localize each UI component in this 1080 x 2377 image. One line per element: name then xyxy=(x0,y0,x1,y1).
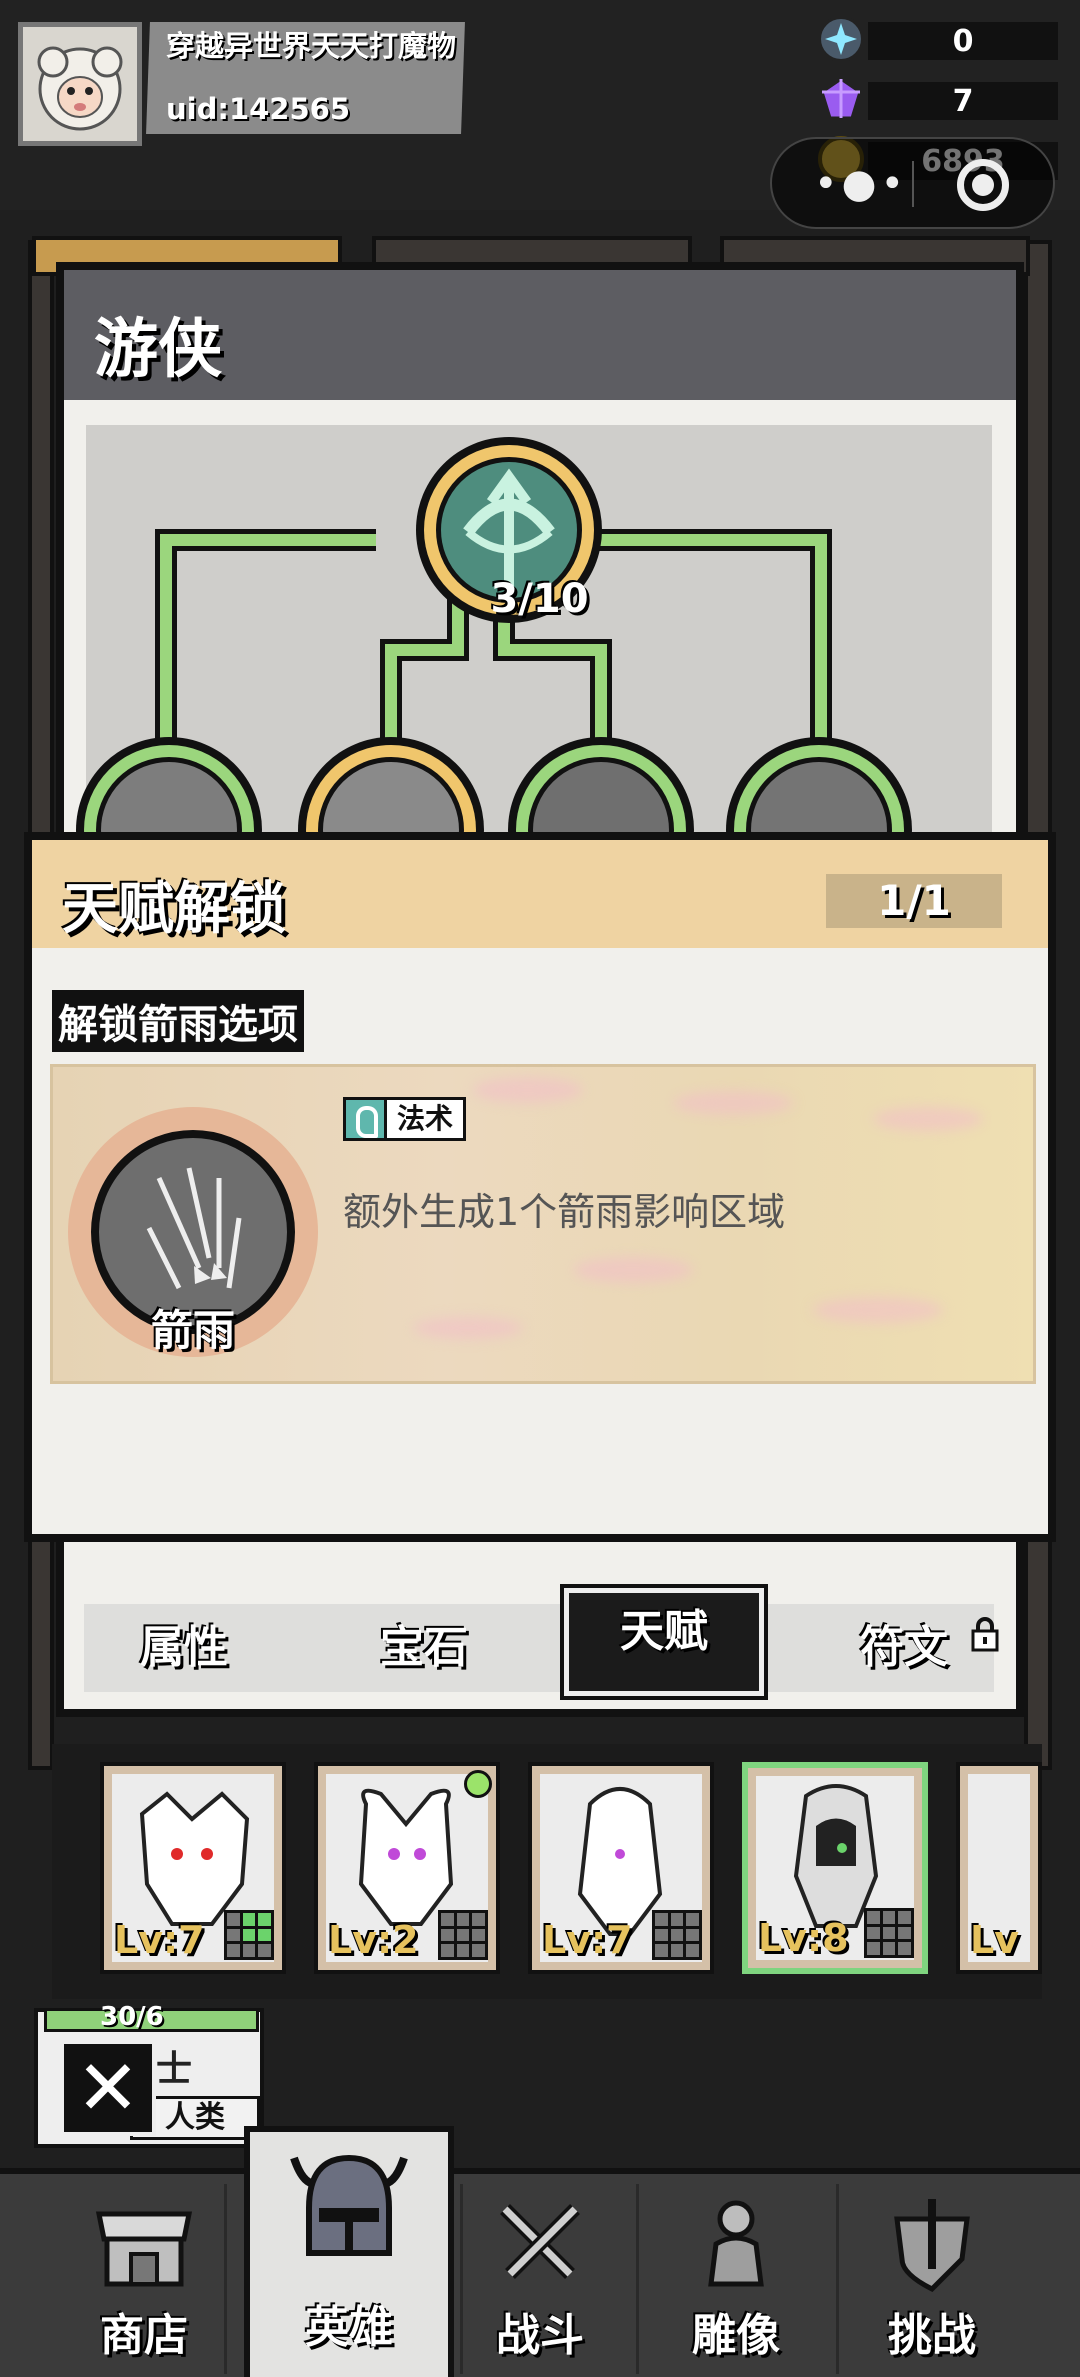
shop-icon xyxy=(95,2211,193,2287)
hero-level: Lv:8 xyxy=(758,1916,849,1960)
card-sparkle xyxy=(573,1257,693,1283)
option-tag: 法术 xyxy=(343,1097,467,1141)
lock-icon xyxy=(971,1617,999,1652)
tab-runes[interactable]: 符文 xyxy=(804,1604,1004,1692)
currency-gem-value: 7 xyxy=(952,84,974,119)
unlock-title: 天赋解锁 xyxy=(62,877,286,942)
energy-crystal-icon xyxy=(818,16,864,62)
top-bar: 穿越异世界天天打魔物 uid:142565 0 7 6893 •●• xyxy=(0,0,1080,229)
option-name: 箭雨 xyxy=(150,1306,235,1355)
card-sparkle xyxy=(673,1091,793,1115)
unlock-option-card[interactable]: 箭雨 法术 额外生成1个箭雨影响区域 xyxy=(50,1064,1036,1384)
nav-battle[interactable]: 战斗 xyxy=(440,2174,640,2377)
hero-level: Lv:2 xyxy=(328,1918,419,1962)
tab-runes-label: 符文 xyxy=(860,1622,948,1673)
unlock-header: 天赋解锁 1/1 xyxy=(32,840,1048,948)
nav-challenge-label: 挑战 xyxy=(888,2310,976,2361)
card-sparkle xyxy=(473,1077,583,1103)
nav-statue[interactable]: 雕像 xyxy=(636,2174,836,2377)
talent-class-title: 游侠 xyxy=(94,313,222,387)
option-description: 额外生成1个箭雨影响区域 xyxy=(343,1190,786,1234)
hero-exp-text: 30/6 xyxy=(100,2002,164,2032)
hero-level: Lv:7 xyxy=(114,1918,205,1962)
statue-icon xyxy=(708,2200,764,2287)
crossed-swords-icon xyxy=(500,2204,580,2279)
player-uid: uid:142565 xyxy=(166,92,351,126)
close-button[interactable]: ✕ xyxy=(60,2040,156,2136)
new-badge-icon xyxy=(464,1770,492,1798)
nav-battle-label: 战斗 xyxy=(496,2310,584,2361)
currency-energy-value: 0 xyxy=(952,24,974,59)
nav-heroes[interactable]: 英雄 xyxy=(244,2126,454,2377)
close-target-icon[interactable] xyxy=(957,159,1009,211)
nav-challenge[interactable]: 挑战 xyxy=(832,2174,1032,2377)
capsule-divider xyxy=(912,161,914,207)
tab-attributes[interactable]: 属性 xyxy=(84,1604,284,1692)
option-tag-text: 法术 xyxy=(387,1097,467,1141)
sheep-avatar-icon xyxy=(37,46,123,131)
nav-heroes-label: 英雄 xyxy=(305,2302,393,2353)
hero-level: Lv xyxy=(970,1918,1019,1962)
talent-unlock-panel: 天赋解锁 1/1 解锁箭雨选项 箭雨 法术 额外生成1个箭雨影响区域 xyxy=(24,832,1056,1542)
mini-program-capsule: •●• xyxy=(770,137,1055,229)
talent-tree xyxy=(76,425,992,923)
hero-grid-icon xyxy=(652,1910,702,1960)
hero-grid-icon xyxy=(224,1910,274,1960)
purple-gem-icon xyxy=(818,76,864,122)
card-sparkle xyxy=(413,1317,523,1339)
hero-detail-tabs: 属性 宝石 天赋 符文 xyxy=(84,1584,999,1700)
tab-talents[interactable]: 天赋 xyxy=(560,1584,768,1700)
currency-gem: 7 xyxy=(820,77,1058,120)
player-avatar[interactable] xyxy=(18,22,142,146)
card-sparkle xyxy=(813,1297,943,1323)
nav-shop-label: 商店 xyxy=(100,2310,188,2361)
talent-root-progress: 3/10 xyxy=(490,576,589,622)
hero-card-selected[interactable]: Lv:8 xyxy=(742,1762,928,1974)
unlock-count: 1/1 xyxy=(826,874,1002,928)
nav-divider xyxy=(224,2184,227,2374)
player-name: 穿越异世界天天打魔物 xyxy=(166,29,457,63)
nav-statue-label: 雕像 xyxy=(692,2310,780,2361)
nav-shop[interactable]: 商店 xyxy=(44,2174,244,2377)
hero-card[interactable]: Lv:7 xyxy=(528,1762,714,1974)
hero-level: Lv:7 xyxy=(542,1918,633,1962)
hero-card[interactable]: Lv:7 xyxy=(100,1762,286,1974)
tab-gems[interactable]: 宝石 xyxy=(324,1604,524,1692)
talent-header: 游侠 xyxy=(64,270,1016,400)
card-sparkle xyxy=(873,1107,983,1131)
helmet-icon xyxy=(290,2154,408,2256)
hero-grid-icon xyxy=(438,1910,488,1960)
currency-energy: 0 xyxy=(818,16,1058,62)
hero-card[interactable]: Lv xyxy=(956,1762,1042,1974)
hero-grid-icon xyxy=(864,1908,914,1958)
spell-tag-icon xyxy=(343,1097,387,1141)
hero-selector: Lv:7 Lv:2 Lv:7 Lv:8 Lv xyxy=(52,1744,1042,1999)
unlock-section-label: 解锁箭雨选项 xyxy=(52,990,304,1052)
shield-sword-icon xyxy=(894,2199,970,2293)
hero-card[interactable]: Lv:2 xyxy=(314,1762,500,1974)
bottom-nav: 商店 英雄 战斗 雕像 挑战 xyxy=(0,2126,1080,2377)
more-dots-icon[interactable]: •●• xyxy=(814,161,908,207)
